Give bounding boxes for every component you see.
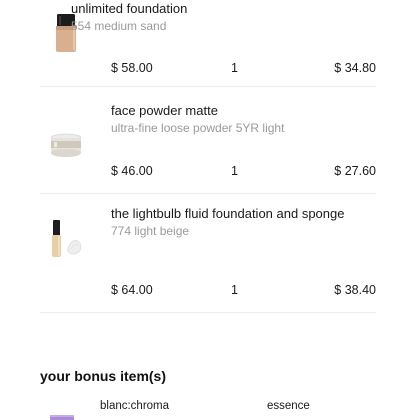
item-quantity[interactable]: 1: [231, 61, 238, 75]
item-total: $ 27.60: [334, 164, 376, 178]
item-variant: 774 light beige: [111, 224, 190, 238]
item-name[interactable]: unlimited foundation: [71, 0, 336, 17]
divider: [40, 312, 376, 313]
purple-jar-icon: [48, 410, 78, 420]
powder-jar-icon: [40, 122, 92, 174]
item-name[interactable]: the lightbulb fluid foundation and spong…: [111, 205, 376, 222]
bonus-item-name[interactable]: essence: [267, 400, 310, 412]
item-name[interactable]: face powder matte: [111, 102, 376, 119]
divider: [40, 86, 376, 87]
checkout-page: unlimited foundation 554 medium sand $ 5…: [0, 0, 420, 420]
bonus-item-name[interactable]: blanc:chroma: [100, 400, 169, 412]
item-quantity[interactable]: 1: [231, 164, 238, 178]
divider: [40, 193, 376, 194]
fluid-foundation-sponge-icon: [40, 216, 92, 268]
item-price: $ 46.00: [111, 164, 153, 178]
item-variant: ultra-fine loose powder 5YR light: [111, 121, 285, 135]
bonus-heading: your bonus item(s): [40, 368, 167, 384]
black-bottle-icon: [226, 414, 240, 420]
item-variant: 554 medium sand: [71, 19, 167, 33]
item-total: $ 34.80: [334, 61, 376, 75]
item-price: $ 58.00: [111, 61, 153, 75]
item-total: $ 38.40: [334, 283, 376, 297]
item-price: $ 64.00: [111, 283, 153, 297]
item-quantity[interactable]: 1: [231, 283, 238, 297]
